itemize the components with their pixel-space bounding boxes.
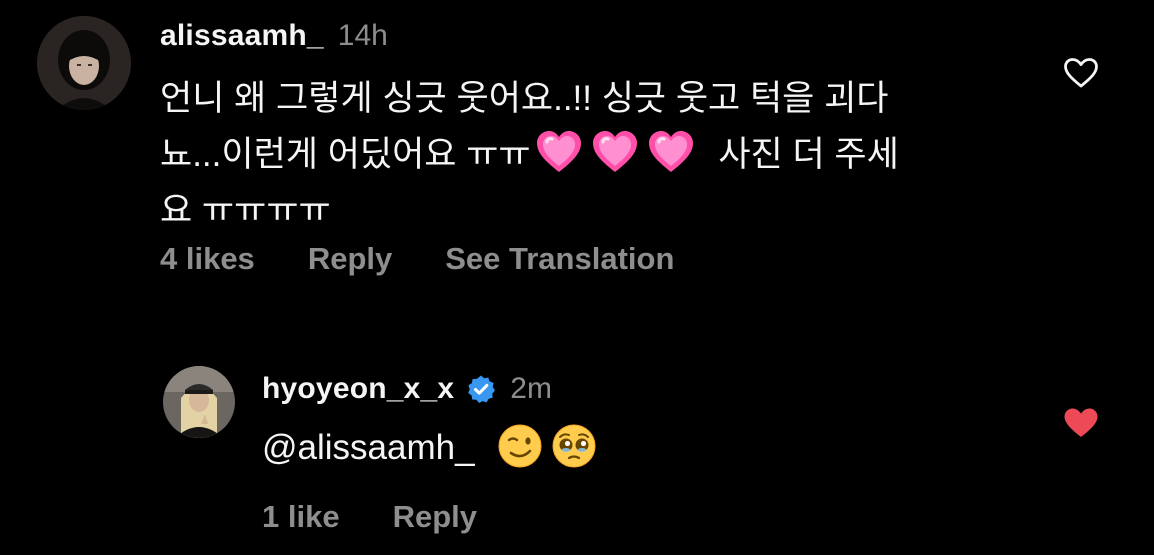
winking-face-emoji — [497, 423, 543, 469]
comment-text-line: 요 ㅠㅠㅠㅠ — [160, 191, 331, 230]
user-avatar-photo — [37, 16, 131, 110]
avatar[interactable] — [37, 16, 131, 110]
comment-text: 언니 왜 그렇게 싱긋 웃어요..!! 싱긋 웃고 턱을 괴다 뇨...이런게 … — [160, 71, 899, 239]
comment-text-line: 뇨...이런게 어딨어요 ㅠㅠ 사진 더 주세 — [160, 127, 899, 183]
user-avatar-photo — [163, 366, 235, 438]
comment-header: hyoyeon_x_x 2m — [262, 369, 552, 409]
like-button[interactable] — [1063, 407, 1099, 439]
avatar[interactable] — [163, 366, 235, 438]
see-translation-button[interactable]: See Translation — [445, 241, 674, 277]
likes-count-button[interactable]: 1 like — [262, 499, 340, 535]
comment-item: alissaamh_ 14h 언니 왜 그렇게 싱긋 웃어요..!! 싱긋 웃고… — [0, 0, 1154, 300]
pleading-face-emoji — [551, 423, 597, 469]
comment-text-line: 언니 왜 그렇게 싱긋 웃어요..!! 싱긋 웃고 턱을 괴다 — [160, 79, 889, 118]
sparkling-heart-emoji — [535, 130, 583, 174]
mention-link[interactable]: @alissaamh_ — [262, 428, 475, 467]
comment-text-segment: 사진 더 주세 — [718, 135, 899, 174]
comment-actions: 1 like Reply — [262, 496, 530, 538]
reply-button[interactable]: Reply — [393, 499, 477, 535]
reply-button[interactable]: Reply — [308, 241, 392, 277]
comment-header: alissaamh_ 14h — [160, 16, 388, 56]
verified-badge-icon — [466, 374, 496, 404]
sparkling-heart-emoji — [647, 130, 695, 174]
timestamp: 14h — [337, 19, 388, 52]
sparkling-heart-emoji — [591, 130, 639, 174]
username[interactable]: hyoyeon_x_x — [262, 372, 454, 406]
comment-actions: 4 likes Reply See Translation — [160, 238, 727, 280]
username[interactable]: alissaamh_ — [160, 19, 324, 53]
comment-text: @alissaamh_ — [262, 420, 597, 476]
like-button[interactable] — [1063, 57, 1099, 89]
comment-text-segment: 뇨...이런게 어딨어요 ㅠㅠ — [160, 135, 531, 174]
heart-filled-icon — [1064, 408, 1098, 437]
likes-count-button[interactable]: 4 likes — [160, 241, 255, 277]
timestamp: 2m — [510, 372, 552, 405]
reply-comment-item: hyoyeon_x_x 2m @alissaamh_ 1 like Reply — [0, 350, 1154, 555]
heart-outline-icon — [1064, 58, 1098, 88]
comment-text-line: @alissaamh_ — [262, 420, 597, 476]
